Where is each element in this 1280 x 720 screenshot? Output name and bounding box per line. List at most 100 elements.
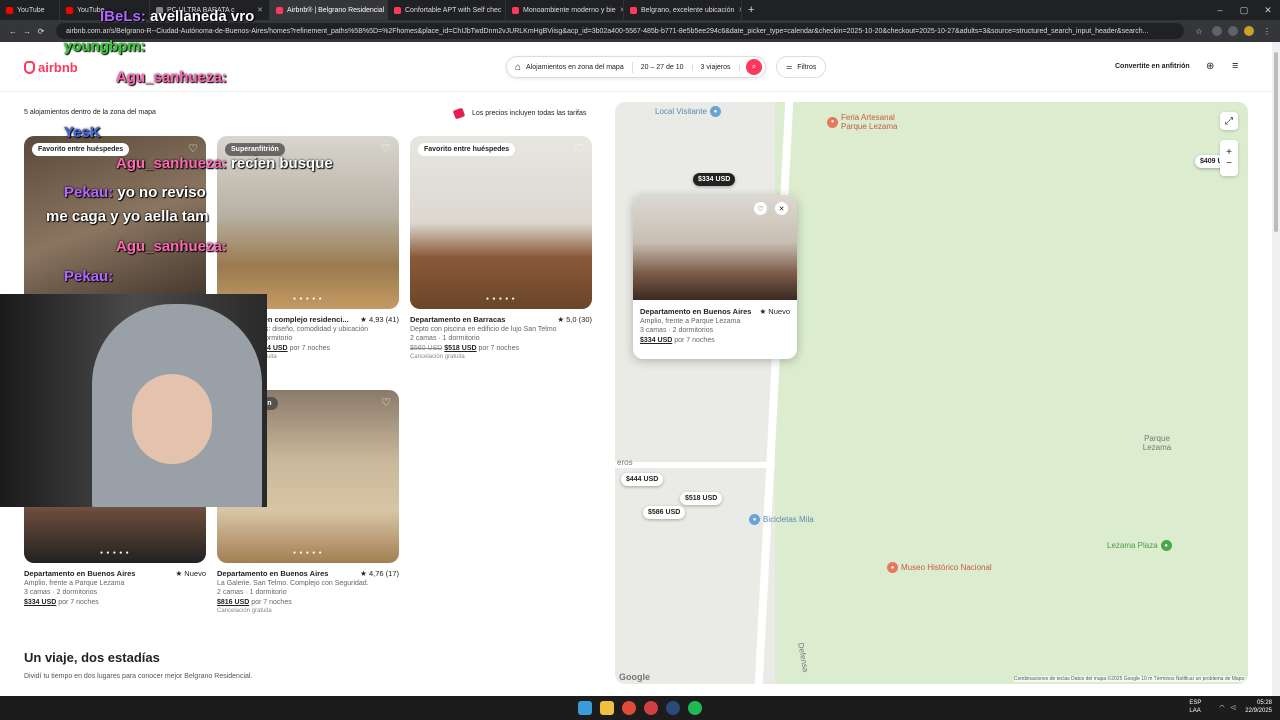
section-subtitle: Dividí tu tiempo en dos lugares para con… bbox=[24, 673, 253, 680]
hamburger-menu-icon[interactable]: ≡ bbox=[1232, 60, 1238, 72]
map-poi[interactable]: ● Bicicletas Mila bbox=[749, 514, 814, 525]
listing-beds: 2 camas · 1 dormitorio bbox=[217, 589, 287, 596]
map-label-street: eros bbox=[617, 458, 633, 467]
map-poi[interactable]: ● Feria Artesanal Parque Lezama bbox=[827, 113, 921, 131]
browser-tab[interactable]: PC ULTRA BARATA c ✕ bbox=[150, 0, 270, 20]
more-options-icon[interactable]: ⋮ bbox=[1260, 27, 1274, 36]
heart-icon[interactable]: ♡ bbox=[381, 142, 391, 155]
listing-price: $334 USD por 7 noches bbox=[24, 599, 99, 606]
listing-price: $816 USD por 7 noches bbox=[217, 599, 292, 606]
photo-dots: ● ● ● ● ● bbox=[100, 550, 130, 556]
search-icon[interactable]: ⌕ bbox=[746, 59, 762, 75]
heart-icon[interactable]: ♡ bbox=[381, 396, 391, 409]
zoom-control: + − bbox=[1220, 140, 1238, 176]
forward-icon[interactable]: → bbox=[20, 27, 34, 36]
browser-tab-active[interactable]: Airbnb® | Belgrano Residencial✕ bbox=[270, 0, 388, 20]
become-host-link[interactable]: Convertite en anfitrión bbox=[1115, 63, 1190, 70]
listing-title-row: Departamento en Buenos Aires ★ Nuevo bbox=[24, 569, 206, 578]
back-icon[interactable]: ← bbox=[6, 27, 20, 36]
price-pin[interactable]: $586 USD bbox=[643, 506, 686, 519]
browser-tab[interactable]: Confortable APT with Self chec✕ bbox=[388, 0, 506, 20]
map-poi[interactable]: Lezama Plaza ● bbox=[1107, 540, 1175, 551]
map-poi[interactable]: Local Visitante ● bbox=[655, 106, 724, 117]
listing-photo[interactable]: Favorito entre huéspedes ♡ bbox=[24, 136, 206, 309]
close-icon[interactable]: ✕ bbox=[775, 202, 788, 215]
heart-icon[interactable]: ♡ bbox=[188, 142, 198, 155]
listing-badge: Superanfitrión bbox=[225, 143, 285, 156]
profile-avatar[interactable] bbox=[1244, 26, 1254, 36]
volume-icon[interactable]: ◁ bbox=[1231, 704, 1236, 711]
chrome-icon[interactable] bbox=[622, 701, 636, 715]
extension-icon[interactable] bbox=[1212, 26, 1222, 36]
globe-icon[interactable]: ⊕ bbox=[1206, 61, 1214, 72]
wifi-icon[interactable]: ◠ bbox=[1219, 704, 1224, 711]
app-icon[interactable] bbox=[644, 701, 658, 715]
park-area bbox=[775, 102, 1248, 684]
listing-card[interactable]: Favorito entre huéspedes ♡ bbox=[24, 136, 206, 309]
expand-icon: ⤢ bbox=[1225, 115, 1233, 127]
popup-body: Departamento en Buenos Aires ★ Nuevo Ampl… bbox=[633, 300, 797, 351]
browser-tab[interactable]: Belgrano, excelente ubicación✕ bbox=[624, 0, 742, 20]
lang-indicator[interactable]: ESP LAA bbox=[1189, 699, 1209, 715]
windows-start-icon[interactable] bbox=[578, 701, 592, 715]
listing-photo[interactable]: Superanfitrión ♡ ● ● ● ● ● bbox=[217, 136, 399, 309]
airbnb-icon bbox=[512, 6, 519, 14]
file-explorer-icon[interactable] bbox=[600, 701, 614, 715]
listing-rating: ★ 4,93 (41) bbox=[360, 315, 399, 324]
extension-icon[interactable] bbox=[1228, 26, 1238, 36]
close-window-icon[interactable]: ✕ bbox=[1256, 5, 1280, 16]
new-tab-button[interactable]: + bbox=[742, 0, 760, 20]
poi-icon: ● bbox=[749, 514, 760, 525]
window-controls: – ▢ ✕ bbox=[1208, 5, 1280, 16]
airbnb-logo[interactable]: airbnb bbox=[24, 60, 78, 75]
close-tab-icon[interactable]: ✕ bbox=[253, 6, 263, 14]
listing-price: $560 USD $518 USD por 7 noches bbox=[410, 345, 519, 352]
heart-icon[interactable]: ♡ bbox=[754, 202, 767, 215]
browser-tab[interactable]: YouTube bbox=[60, 0, 150, 20]
airbnb-logo-icon bbox=[24, 61, 35, 74]
listing-card[interactable]: Favorito entre huéspedes ♡ ● ● ● ● ● Dep… bbox=[410, 136, 592, 360]
close-tab-icon[interactable]: ✕ bbox=[616, 6, 623, 14]
map-listing-popup[interactable]: ♡ ✕ Departamento en Buenos Aires ★ Nuevo … bbox=[633, 195, 797, 359]
listing-beds: 3 camas · 2 dormitorios bbox=[24, 589, 98, 596]
popup-price: $334 USD por 7 noches bbox=[640, 337, 715, 344]
listing-desc: Depto con piscina en edificio de lujo Sa… bbox=[410, 326, 557, 333]
close-tab-icon[interactable]: ✕ bbox=[734, 6, 741, 14]
popup-photo[interactable]: ♡ ✕ bbox=[633, 195, 797, 300]
search-dates[interactable]: 20 – 27 de 10 bbox=[633, 63, 693, 71]
price-pin-selected[interactable]: $334 USD bbox=[693, 173, 736, 186]
popup-rating: ★ Nuevo bbox=[759, 307, 791, 316]
map-poi[interactable]: ● Museo Histórico Nacional bbox=[887, 562, 992, 573]
search-location[interactable]: ⌂ Alojamientos en zona del mapa bbox=[507, 61, 633, 73]
price-note: Los precios incluyen todas las tarifas bbox=[452, 107, 586, 120]
heart-icon[interactable]: ♡ bbox=[574, 142, 584, 155]
reload-icon[interactable]: ⟳ bbox=[34, 27, 48, 36]
browser-tab[interactable]: Monoambiente moderno y bie✕ bbox=[506, 0, 624, 20]
page-scrollbar[interactable] bbox=[1272, 42, 1280, 696]
minimize-icon[interactable]: – bbox=[1208, 5, 1232, 16]
filters-button[interactable]: ⚌ Filtros bbox=[776, 56, 827, 78]
listing-photo[interactable]: Favorito entre huéspedes ♡ ● ● ● ● ● bbox=[410, 136, 592, 309]
zoom-in-icon[interactable]: + bbox=[1226, 147, 1232, 158]
maximize-icon[interactable]: ▢ bbox=[1232, 5, 1256, 16]
listing-cancel: Cancelación gratuita bbox=[217, 608, 272, 614]
photo-dots: ● ● ● ● ● bbox=[293, 296, 323, 302]
search-guests[interactable]: 3 viajeros bbox=[693, 63, 740, 71]
zoom-out-icon[interactable]: − bbox=[1226, 158, 1232, 169]
expand-map-button[interactable]: ⤢ bbox=[1220, 112, 1238, 130]
spotify-icon[interactable] bbox=[688, 701, 702, 715]
steam-icon[interactable] bbox=[666, 701, 680, 715]
bookmark-star-icon[interactable]: ☆ bbox=[1192, 27, 1206, 36]
webcam-overlay bbox=[0, 294, 267, 507]
browser-tab[interactable]: YouTube bbox=[0, 0, 60, 20]
popup-title-row: Departamento en Buenos Aires ★ Nuevo bbox=[640, 307, 790, 316]
results-count: 5 alojamientos dentro de la zona del map… bbox=[24, 109, 156, 116]
price-pin[interactable]: $444 USD bbox=[621, 473, 664, 486]
scrollbar-thumb[interactable] bbox=[1274, 52, 1278, 232]
price-pin[interactable]: $518 USD bbox=[680, 492, 723, 505]
clock[interactable]: 05:28 22/9/2025 bbox=[1245, 699, 1272, 715]
url-field[interactable]: airbnb.com.ar/s/Belgrano-R--Ciudad-Autón… bbox=[56, 23, 1184, 39]
poi-icon: ● bbox=[827, 116, 838, 128]
map-view[interactable]: Parque Lezama eros Defensa Local Visitan… bbox=[615, 102, 1248, 684]
search-bar[interactable]: ⌂ Alojamientos en zona del mapa 20 – 27 d… bbox=[506, 56, 766, 78]
